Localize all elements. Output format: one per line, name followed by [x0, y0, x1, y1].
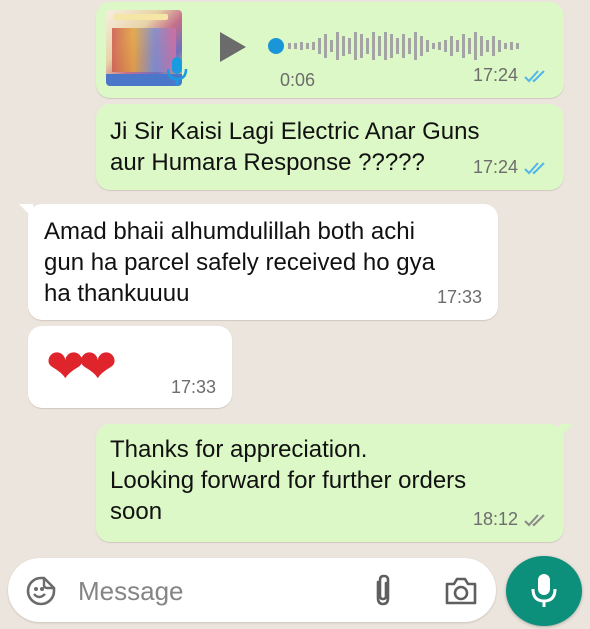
double-check-read-icon — [524, 69, 545, 82]
chat-area: 0:06 17:24 Ji Sir Kaisi Lagi Electric An… — [0, 0, 590, 548]
mic-icon — [531, 574, 557, 607]
attach-icon[interactable] — [370, 574, 396, 608]
voice-message-bubble[interactable]: 0:06 17:24 — [96, 2, 564, 98]
message-text: Ji Sir Kaisi Lagi Electric Anar Guns aur… — [110, 118, 480, 176]
outgoing-message[interactable]: Thanks for appreciation. Looking forward… — [96, 424, 573, 542]
message-text: Thanks for appreciation. Looking forward… — [110, 436, 467, 525]
outgoing-message[interactable]: Ji Sir Kaisi Lagi Electric Anar Guns aur… — [96, 104, 564, 190]
message-meta: 17:24 — [473, 157, 548, 178]
message-meta: 17:33 — [437, 287, 482, 308]
emoji-icon[interactable] — [26, 576, 56, 606]
message-time: 17:24 — [472, 157, 518, 177]
message-time: 17:33 — [436, 287, 482, 307]
message-meta: 17:24 — [473, 65, 548, 86]
hearts-emoji: ❤❤ — [46, 340, 117, 392]
mic-badge-icon — [166, 57, 188, 85]
play-icon[interactable] — [216, 30, 250, 64]
message-input[interactable]: Message — [78, 576, 184, 607]
message-meta: 17:33 — [171, 377, 216, 398]
message-time: 17:33 — [170, 377, 216, 397]
double-check-read-icon — [524, 161, 545, 174]
message-time: 18:12 — [472, 509, 518, 529]
message-time: 17:24 — [472, 65, 518, 85]
double-check-delivered-icon — [524, 513, 545, 526]
message-text: Amad bhaii alhumdulillah both achi gun h… — [44, 218, 435, 307]
camera-icon[interactable] — [444, 576, 478, 606]
message-meta: 18:12 — [473, 509, 548, 530]
voice-record-button[interactable] — [506, 556, 582, 626]
incoming-emoji-message[interactable]: ❤❤ 17:33 — [28, 326, 232, 408]
message-composer: Message — [8, 558, 496, 622]
voice-duration: 0:06 — [280, 70, 316, 90]
waveform[interactable] — [266, 26, 541, 66]
incoming-message[interactable]: Amad bhaii alhumdulillah both achi gun h… — [19, 204, 498, 320]
